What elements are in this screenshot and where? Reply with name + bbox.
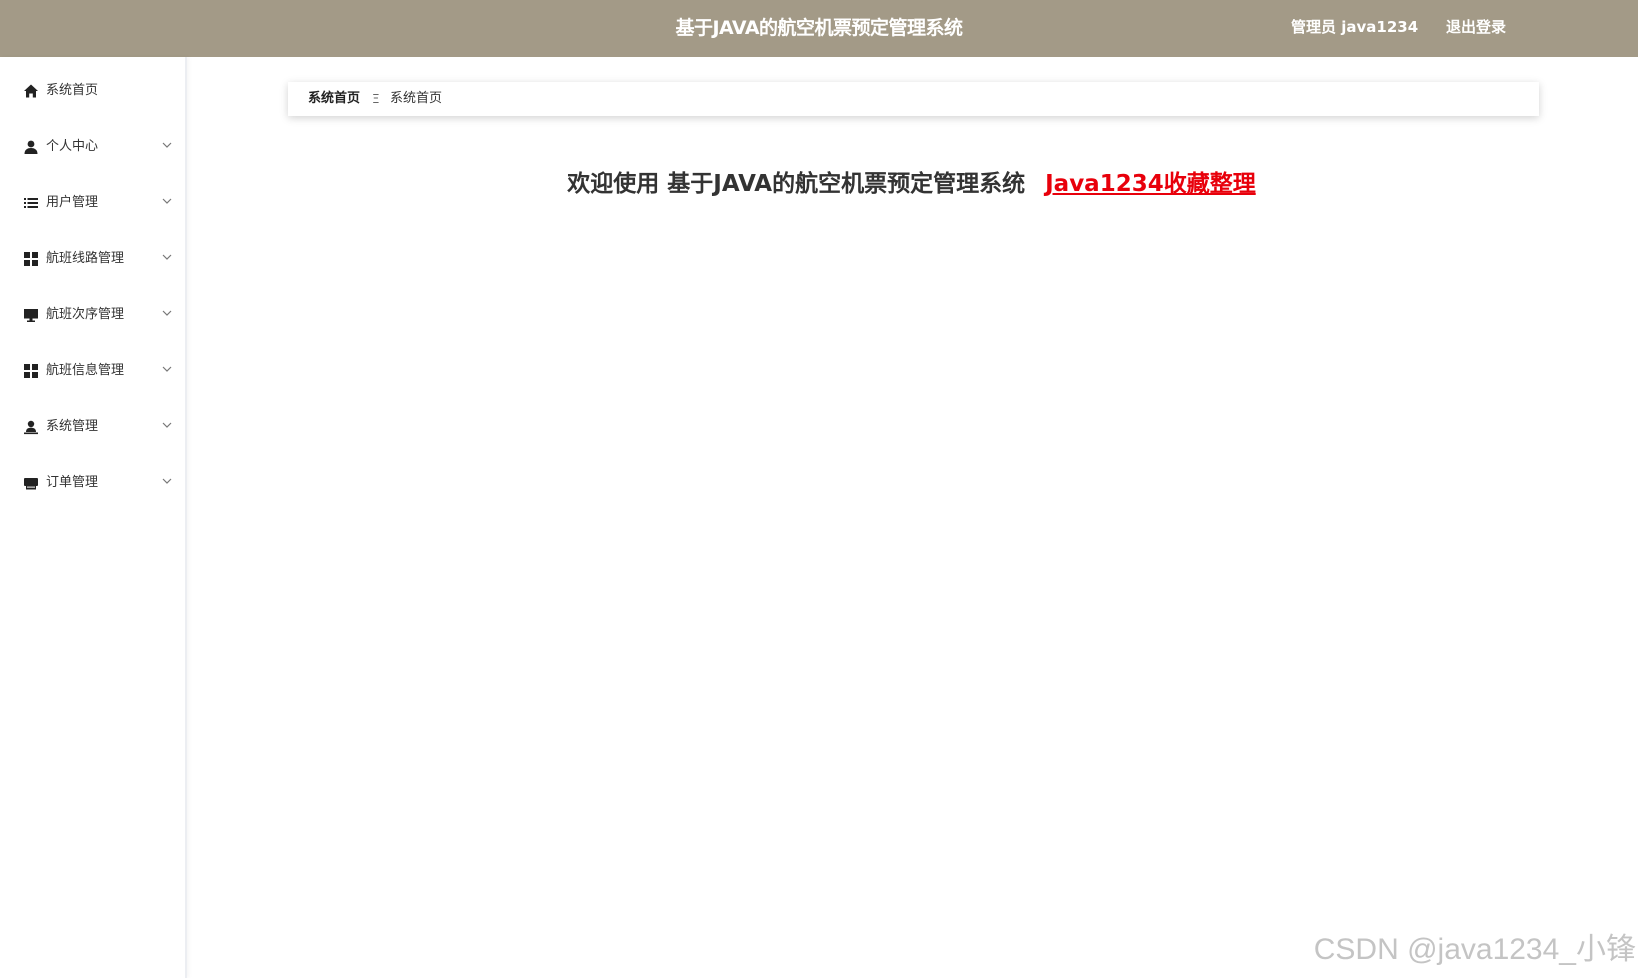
sidebar-item-label: 系统首页 xyxy=(46,83,99,98)
sidebar-item-label: 航班信息管理 xyxy=(46,363,125,378)
user-icon xyxy=(24,140,38,154)
sidebar-item-label: 个人中心 xyxy=(46,139,99,154)
welcome-text: 欢迎使用 基于JAVA的航空机票预定管理系统 xyxy=(567,171,1026,197)
sidebar-item-home[interactable]: 系统首页 xyxy=(0,63,185,119)
sidebar-item-flight-route-management[interactable]: 航班线路管理 xyxy=(0,231,185,287)
breadcrumb-home-link[interactable]: 系统首页 xyxy=(308,82,360,116)
breadcrumb-separator: Ξ xyxy=(372,92,380,106)
logout-button[interactable]: 退出登录 xyxy=(1446,0,1506,57)
sidebar-item-flight-info-management[interactable]: 航班信息管理 xyxy=(0,343,185,399)
chevron-down-icon xyxy=(162,366,172,372)
breadcrumb-current: 系统首页 xyxy=(390,91,443,106)
chevron-down-icon xyxy=(162,478,172,484)
printer-icon xyxy=(24,478,38,490)
home-icon xyxy=(24,84,38,98)
sidebar-menu: 系统首页 个人中心 用户管理 航班线路管理 航班次序管理 航班信息管理 系统管理… xyxy=(0,57,187,978)
chevron-down-icon xyxy=(162,422,172,428)
sidebar-item-label: 用户管理 xyxy=(46,195,99,210)
breadcrumb: 系统首页 Ξ 系统首页 xyxy=(288,82,1539,116)
monitor-icon xyxy=(24,309,38,322)
grid-icon xyxy=(24,252,38,266)
list-icon xyxy=(24,198,38,208)
java1234-collect-link[interactable]: Java1234收藏整理 xyxy=(1045,171,1256,197)
top-header-bar: 基于JAVA的航空机票预定管理系统 管理员 java1234 退出登录 xyxy=(0,0,1638,57)
welcome-heading: 欢迎使用 基于JAVA的航空机票预定管理系统 Java1234收藏整理 xyxy=(185,164,1638,198)
chevron-down-icon xyxy=(162,198,172,204)
sidebar-item-system-management[interactable]: 系统管理 xyxy=(0,399,185,455)
chevron-down-icon xyxy=(162,254,172,260)
sidebar-item-label: 订单管理 xyxy=(46,475,99,490)
chevron-down-icon xyxy=(162,310,172,316)
sidebar-item-personal-center[interactable]: 个人中心 xyxy=(0,119,185,175)
csdn-watermark: CSDN @java1234_小锋 xyxy=(1313,933,1636,966)
chevron-down-icon xyxy=(162,142,172,148)
current-user-label: 管理员 java1234 xyxy=(1291,18,1419,36)
sidebar-item-flight-schedule-management[interactable]: 航班次序管理 xyxy=(0,287,185,343)
sidebar-item-user-management[interactable]: 用户管理 xyxy=(0,175,185,231)
sidebar-item-label: 系统管理 xyxy=(46,419,99,434)
sidebar-item-order-management[interactable]: 订单管理 xyxy=(0,455,185,511)
grid-icon xyxy=(24,364,38,378)
admin-user-icon xyxy=(24,420,38,435)
sidebar-item-label: 航班线路管理 xyxy=(46,251,125,266)
sidebar-item-label: 航班次序管理 xyxy=(46,307,125,322)
